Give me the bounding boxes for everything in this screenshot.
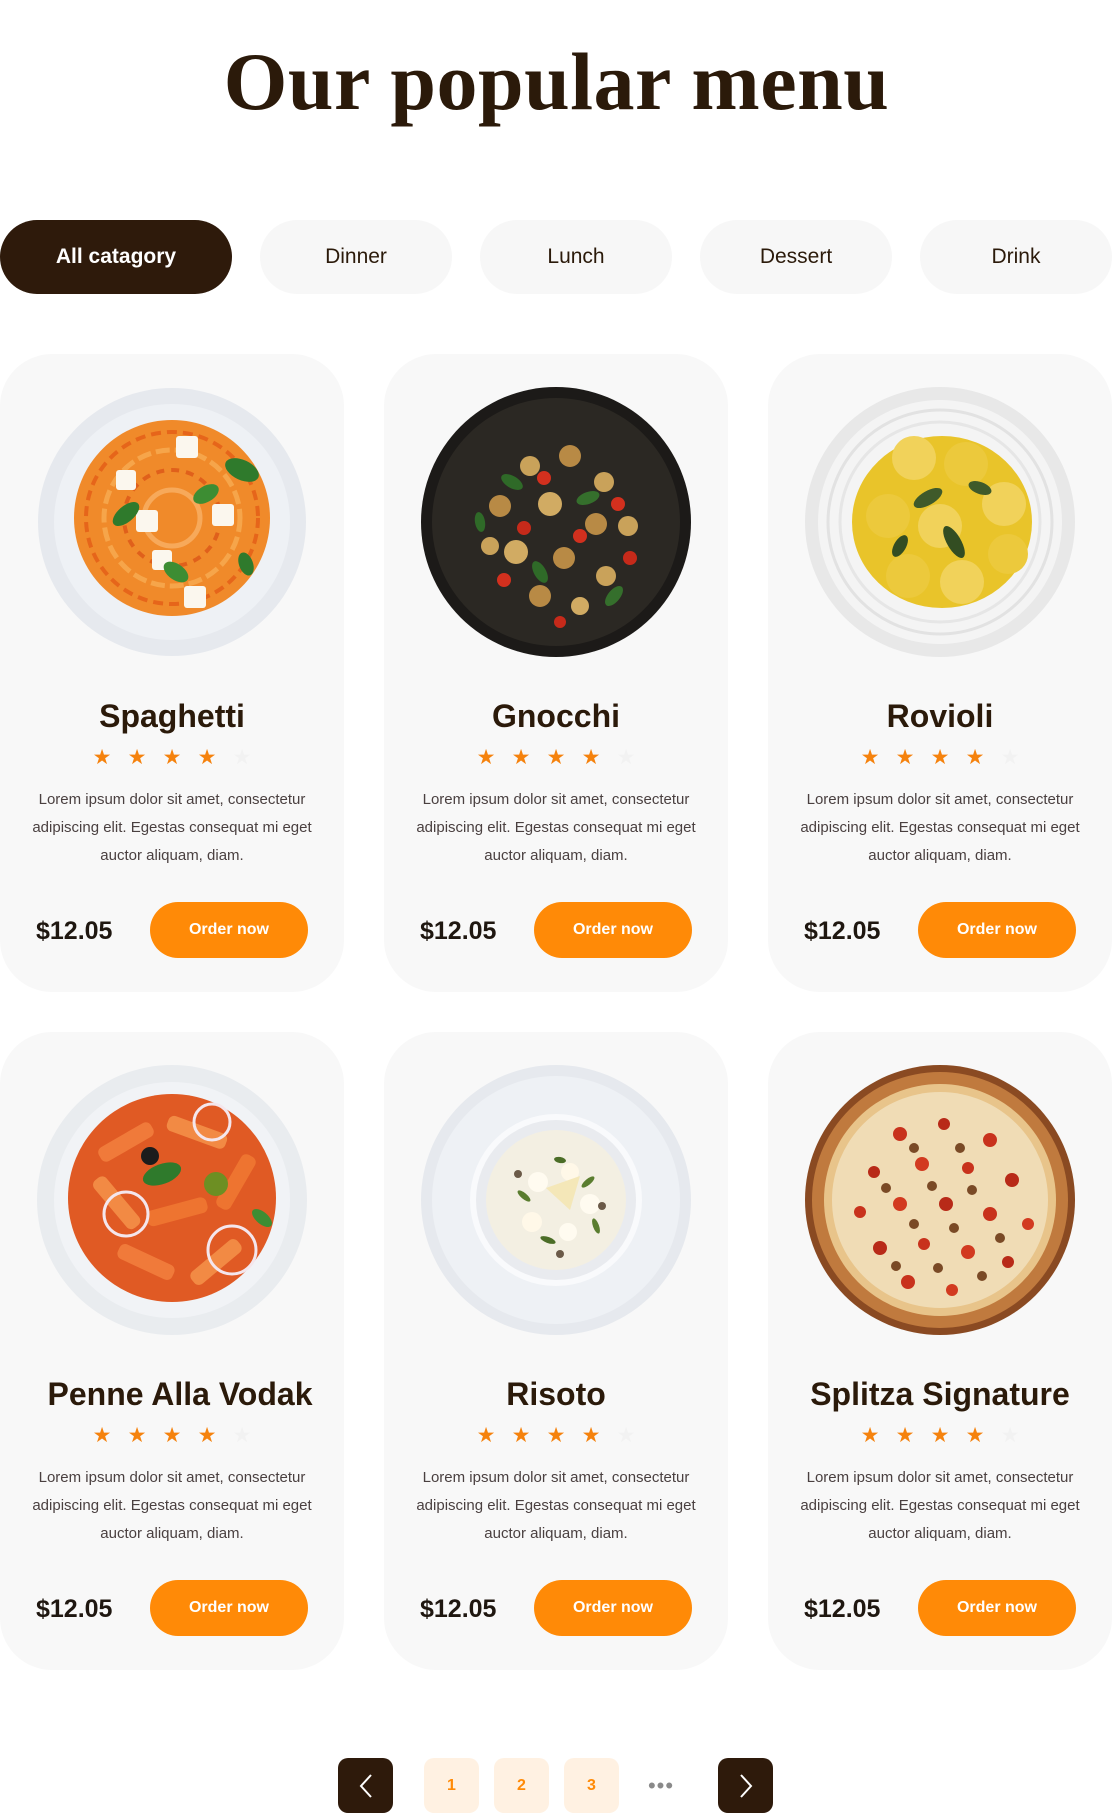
star-filled-icon: ★ (127, 1424, 147, 1447)
menu-card: Splitza Signature ★ ★ ★ ★ ★ Lorem ipsum … (768, 1032, 1112, 1670)
next-page-button[interactable] (718, 1758, 773, 1813)
star-empty-icon: ★ (616, 1424, 636, 1447)
dish-name: Splitza Signature (810, 1376, 1070, 1412)
star-filled-icon: ★ (546, 1424, 566, 1447)
rating-stars: ★ ★ ★ ★ ★ (0, 746, 344, 770)
ravioli-plate-image (805, 387, 1075, 657)
dish-name: Gnocchi (491, 698, 620, 734)
dish-description: Lorem ipsum dolor sit amet, consectetur … (416, 1469, 696, 1542)
menu-card: Spaghetti ★ ★ ★ ★ ★ Lorem ipsum dolor si… (0, 354, 344, 992)
dish-price: $12.05 (36, 917, 113, 945)
star-filled-icon: ★ (92, 746, 112, 769)
star-filled-icon: ★ (162, 746, 182, 769)
star-filled-icon: ★ (581, 746, 601, 769)
star-filled-icon: ★ (162, 1424, 182, 1447)
dish-description: Lorem ipsum dolor sit amet, consectetur … (416, 791, 696, 864)
gnocchi-pan-image (421, 387, 691, 657)
rating-stars: ★ ★ ★ ★ ★ (384, 746, 728, 770)
risotto-bowl-image (421, 1065, 691, 1335)
star-empty-icon: ★ (1000, 1424, 1020, 1447)
star-filled-icon: ★ (127, 746, 147, 769)
star-filled-icon: ★ (511, 746, 531, 769)
page-title: Our popular menu (223, 36, 890, 127)
star-empty-icon: ★ (1000, 746, 1020, 769)
rating-stars: ★ ★ ★ ★ ★ (384, 1424, 728, 1448)
dish-price: $12.05 (804, 917, 881, 945)
star-filled-icon: ★ (895, 746, 915, 769)
pizza-image (805, 1065, 1075, 1335)
dish-description: Lorem ipsum dolor sit amet, consectetur … (800, 791, 1080, 864)
star-filled-icon: ★ (965, 1424, 985, 1447)
order-now-button[interactable]: Order now (534, 1580, 692, 1636)
category-tab-all[interactable]: All catagory (0, 220, 232, 294)
star-filled-icon: ★ (476, 746, 496, 769)
dish-price: $12.05 (420, 1595, 497, 1623)
menu-card: Gnocchi ★ ★ ★ ★ ★ Lorem ipsum dolor sit … (384, 354, 728, 992)
page-2-button[interactable]: 2 (494, 1758, 549, 1813)
previous-page-button[interactable] (338, 1758, 393, 1813)
star-empty-icon: ★ (232, 746, 252, 769)
dish-name: Risoto (506, 1376, 606, 1412)
star-filled-icon: ★ (476, 1424, 496, 1447)
star-filled-icon: ★ (546, 746, 566, 769)
order-now-button[interactable]: Order now (150, 902, 308, 958)
dish-name: Penne Alla Vodak (47, 1376, 313, 1412)
dish-price: $12.05 (420, 917, 497, 945)
order-now-button[interactable]: Order now (918, 902, 1076, 958)
dish-price: $12.05 (36, 1595, 113, 1623)
pagination-ellipsis: ••• (647, 1772, 675, 1798)
star-filled-icon: ★ (197, 746, 217, 769)
dish-description: Lorem ipsum dolor sit amet, consectetur … (32, 791, 312, 864)
star-filled-icon: ★ (860, 1424, 880, 1447)
category-tab-dessert[interactable]: Dessert (700, 220, 892, 294)
star-filled-icon: ★ (511, 1424, 531, 1447)
star-filled-icon: ★ (581, 1424, 601, 1447)
star-filled-icon: ★ (92, 1424, 112, 1447)
star-filled-icon: ★ (930, 1424, 950, 1447)
dish-description: Lorem ipsum dolor sit amet, consectetur … (32, 1469, 312, 1542)
star-filled-icon: ★ (860, 746, 880, 769)
category-tab-lunch[interactable]: Lunch (480, 220, 672, 294)
rating-stars: ★ ★ ★ ★ ★ (768, 746, 1112, 770)
page-3-button[interactable]: 3 (564, 1758, 619, 1813)
star-filled-icon: ★ (930, 746, 950, 769)
dish-name: Rovioli (886, 698, 994, 734)
spaghetti-plate-image (38, 388, 306, 656)
chevron-right-icon (739, 1773, 752, 1798)
star-filled-icon: ★ (197, 1424, 217, 1447)
order-now-button[interactable]: Order now (534, 902, 692, 958)
rating-stars: ★ ★ ★ ★ ★ (0, 1424, 344, 1448)
page-1-button[interactable]: 1 (424, 1758, 479, 1813)
order-now-button[interactable]: Order now (150, 1580, 308, 1636)
menu-card: Rovioli ★ ★ ★ ★ ★ Lorem ipsum dolor sit … (768, 354, 1112, 992)
star-empty-icon: ★ (616, 746, 636, 769)
category-tab-dinner[interactable]: Dinner (260, 220, 452, 294)
star-filled-icon: ★ (895, 1424, 915, 1447)
pagination: 1 2 3 ••• (0, 1758, 1113, 1813)
dish-description: Lorem ipsum dolor sit amet, consectetur … (800, 1469, 1080, 1542)
star-filled-icon: ★ (965, 746, 985, 769)
dish-price: $12.05 (804, 1595, 881, 1623)
star-empty-icon: ★ (232, 1424, 252, 1447)
category-filter-bar: All catagory Dinner Lunch Dessert Drink (0, 220, 1113, 294)
penne-plate-image (37, 1065, 307, 1335)
chevron-left-icon (359, 1773, 372, 1798)
rating-stars: ★ ★ ★ ★ ★ (768, 1424, 1112, 1448)
menu-card: Penne Alla Vodak ★ ★ ★ ★ ★ Lorem ipsum d… (0, 1032, 344, 1670)
category-tab-drink[interactable]: Drink (920, 220, 1112, 294)
order-now-button[interactable]: Order now (918, 1580, 1076, 1636)
menu-card: Risoto ★ ★ ★ ★ ★ Lorem ipsum dolor sit a… (384, 1032, 728, 1670)
dish-name: Spaghetti (99, 698, 245, 734)
